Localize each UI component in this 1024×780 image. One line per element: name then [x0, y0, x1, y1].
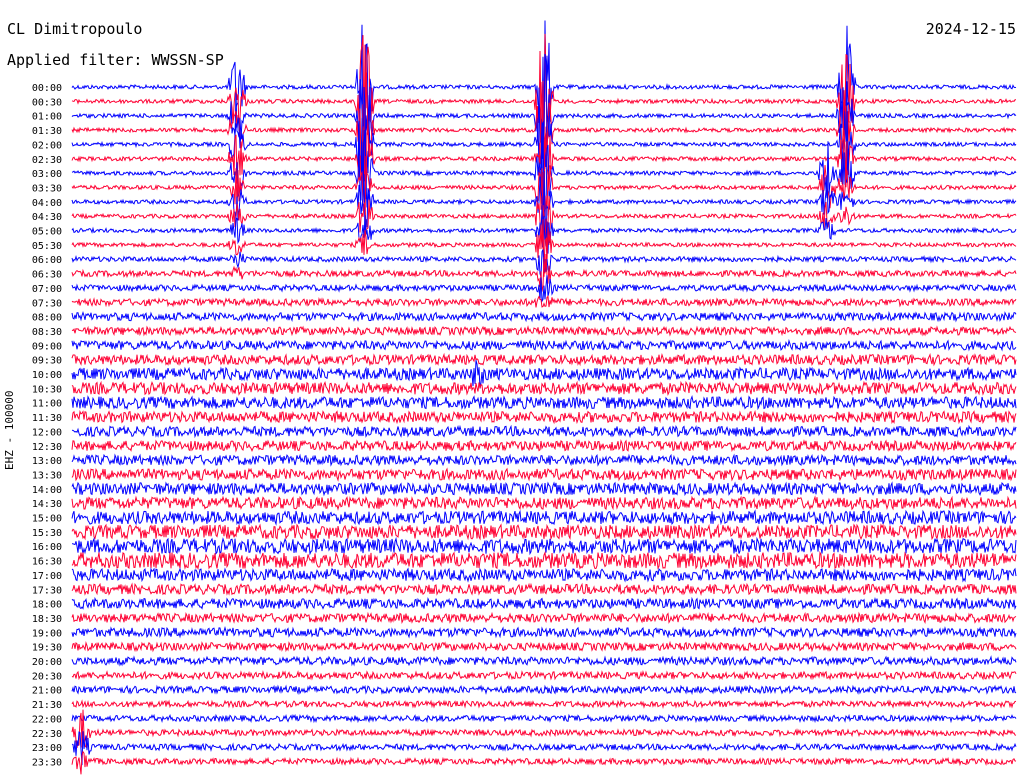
trace-row-41	[71, 670, 1017, 681]
trace-row-38	[71, 626, 1017, 639]
tick-label-5: 02:30	[32, 155, 62, 166]
trace-row-42	[71, 684, 1017, 696]
tick-label-13: 06:30	[32, 270, 62, 281]
tick-label-14: 07:00	[32, 284, 62, 295]
tick-label-41: 20:30	[32, 671, 62, 682]
tick-label-30: 15:00	[32, 514, 62, 525]
tick-label-12: 06:00	[32, 255, 62, 266]
tick-label-7: 03:30	[32, 183, 62, 194]
tick-label-17: 08:30	[32, 327, 62, 338]
tick-label-26: 13:00	[32, 456, 62, 467]
tick-label-28: 14:00	[32, 485, 62, 496]
tick-label-16: 08:00	[32, 313, 62, 324]
tick-label-34: 17:00	[32, 571, 62, 582]
tick-label-29: 14:30	[32, 499, 62, 510]
tick-label-43: 21:30	[32, 700, 62, 711]
tick-label-19: 09:30	[32, 356, 62, 367]
trace-row-27	[71, 467, 1017, 482]
tick-label-44: 22:00	[32, 714, 62, 725]
tick-label-21: 10:30	[32, 384, 62, 395]
tick-label-42: 21:00	[32, 686, 62, 697]
trace-row-35	[71, 582, 1017, 597]
tick-label-35: 17:30	[32, 585, 62, 596]
trace-row-29	[71, 495, 1017, 511]
tick-label-33: 16:30	[32, 557, 62, 568]
trace-row-34	[71, 567, 1017, 583]
trace-row-15	[71, 295, 1017, 308]
tick-label-6: 03:00	[32, 169, 62, 180]
tick-label-46: 23:00	[32, 743, 62, 754]
tick-label-31: 15:30	[32, 528, 62, 539]
tick-label-22: 11:00	[32, 399, 62, 410]
tick-label-47: 23:30	[32, 757, 62, 768]
trace-row-19	[71, 352, 1017, 367]
tick-label-4: 02:00	[32, 140, 62, 151]
trace-row-16	[71, 310, 1017, 323]
trace-group	[71, 20, 1017, 775]
tick-label-32: 16:00	[32, 542, 62, 553]
trace-row-32	[72, 536, 1017, 556]
tick-label-27: 13:30	[32, 470, 62, 481]
trace-row-21	[71, 380, 1017, 396]
trace-row-37	[71, 611, 1017, 625]
tick-label-9: 04:30	[32, 212, 62, 223]
trace-row-28	[71, 481, 1017, 497]
trace-row-25	[71, 439, 1017, 453]
trace-row-44	[71, 713, 1017, 724]
time-tick-labels: 00:00 00:30 01:00 01:30 02:00 02:30 03:00 03:30…	[32, 83, 62, 768]
tick-label-2: 01:00	[32, 112, 62, 123]
trace-row-8	[71, 170, 1017, 245]
tick-label-1: 00:30	[32, 97, 62, 108]
tick-label-3: 01:30	[32, 126, 62, 137]
trace-row-33	[71, 550, 1017, 571]
trace-row-14	[71, 275, 1017, 303]
trace-row-22	[71, 394, 1017, 411]
tick-label-20: 10:00	[32, 370, 62, 381]
trace-row-40	[71, 655, 1017, 667]
trace-row-24	[71, 424, 1017, 439]
trace-row-26	[71, 453, 1017, 467]
tick-label-39: 19:30	[32, 643, 62, 654]
tick-label-18: 09:00	[32, 341, 62, 352]
tick-label-25: 12:30	[32, 442, 62, 453]
trace-row-36	[71, 596, 1017, 611]
tick-label-11: 05:30	[32, 241, 62, 252]
tick-label-23: 11:30	[32, 413, 62, 424]
trace-row-30	[71, 509, 1017, 526]
trace-row-43	[71, 699, 1017, 709]
trace-row-31	[71, 523, 1017, 541]
tick-label-0: 00:00	[32, 83, 62, 94]
tick-label-38: 19:00	[32, 628, 62, 639]
trace-row-39	[71, 640, 1017, 653]
trace-row-45	[71, 709, 1017, 749]
tick-label-15: 07:30	[32, 298, 62, 309]
tick-label-37: 18:30	[32, 614, 62, 625]
tick-label-45: 22:30	[32, 729, 62, 740]
trace-row-17	[71, 325, 1017, 337]
tick-label-36: 18:00	[32, 600, 62, 611]
trace-row-47	[71, 750, 1017, 775]
tick-label-10: 05:00	[32, 227, 62, 238]
tick-label-40: 20:00	[32, 657, 62, 668]
trace-row-23	[71, 409, 1017, 425]
helicorder-plot: 00:00 00:30 01:00 01:30 02:00 02:30 03:00 03:30…	[32, 20, 1017, 775]
trace-row-18	[71, 338, 1017, 352]
tick-label-24: 12:00	[32, 427, 62, 438]
tick-label-8: 04:00	[32, 198, 62, 209]
